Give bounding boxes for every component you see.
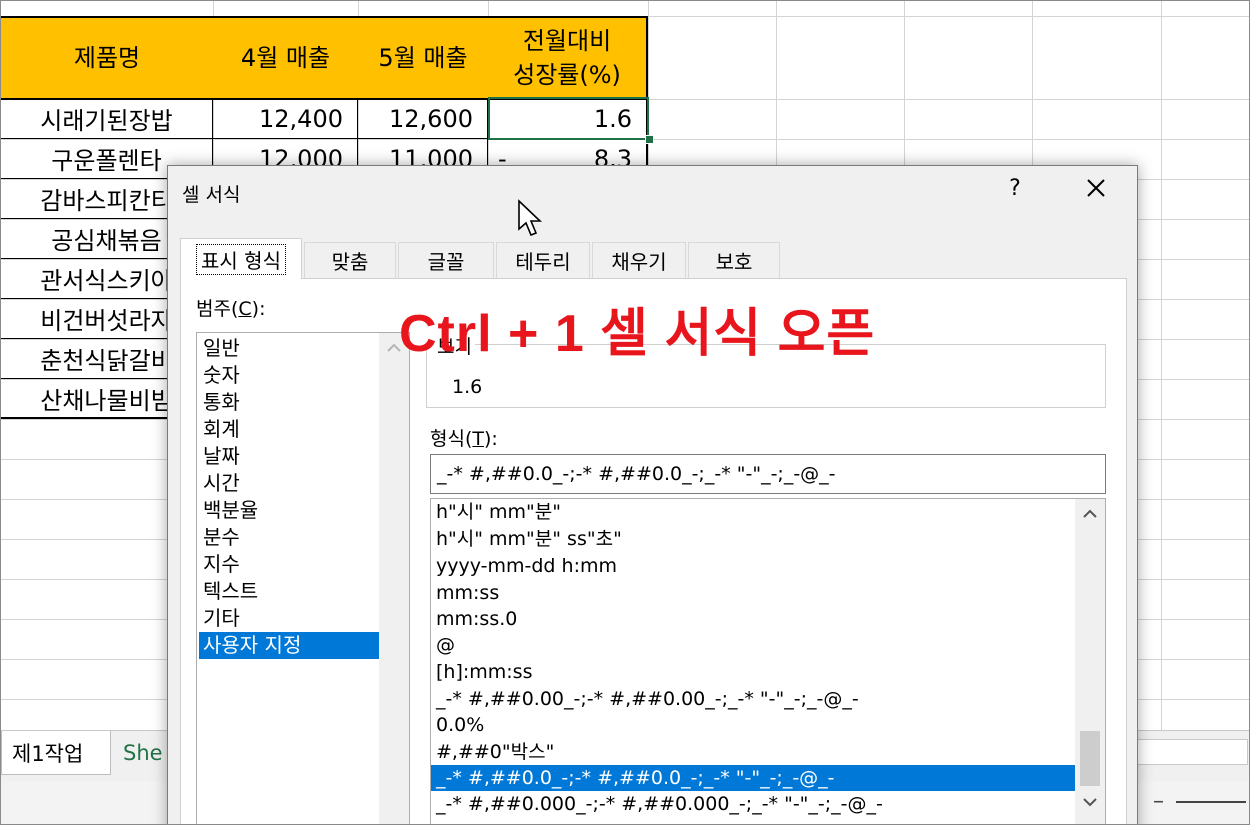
format-item[interactable]: @ [431, 632, 1076, 658]
tab-border[interactable]: 테두리 [496, 242, 590, 278]
shortcut-annotation: Ctrl + 1 셀 서식 오픈 [399, 305, 876, 363]
format-item[interactable]: mm:ss.0 [431, 606, 1076, 632]
tab-alignment[interactable]: 맞춤 [304, 242, 396, 278]
tab-number[interactable]: 표시 형식 [180, 238, 302, 279]
format-item[interactable]: _-* #,##0.000_-;-* #,##0.000_-;_-* "-"_-… [431, 791, 1076, 817]
format-item[interactable]: h"시" mm"분" [431, 499, 1076, 525]
grid-line [1161, 1, 1162, 743]
cell-product[interactable]: 시래기된장밥 [1, 99, 213, 139]
active-cell-border [488, 97, 649, 140]
sheet-tab-2[interactable]: She [113, 731, 173, 775]
header-cell-april[interactable]: 4월 매출 [213, 16, 360, 100]
category-item[interactable]: 숫자 [199, 362, 379, 389]
fill-handle[interactable] [645, 135, 654, 144]
tab-font[interactable]: 글꼴 [398, 242, 494, 278]
cell-april[interactable]: 12,400 [213, 99, 358, 139]
chevron-down-icon[interactable] [1081, 793, 1099, 811]
format-item[interactable]: _-* #,##0.00_-;-* #,##0.00_-;_-* "-"_-;_… [431, 686, 1076, 712]
category-item[interactable]: 지수 [199, 551, 379, 578]
close-button[interactable] [1080, 172, 1112, 204]
category-item[interactable]: 시간 [199, 470, 379, 497]
category-item[interactable]: 회계 [199, 416, 379, 443]
header-growth-line1: 전월대비 [522, 27, 612, 55]
header-cell-may[interactable]: 5월 매출 [358, 16, 490, 100]
sheet-tab-1[interactable]: 제1작업 [1, 731, 111, 775]
format-type-input[interactable]: _-* #,##0.0_-;-* #,##0.0_-;_-* "-"_-;_-@… [430, 454, 1106, 494]
scrollbar-thumb[interactable] [1080, 731, 1100, 786]
dialog-title: 셀 서식 [182, 184, 241, 206]
sample-value: 1.6 [452, 376, 483, 398]
excel-window: 제품명 4월 매출 5월 매출 전월대비 성장률(%) 시래기된장밥 12,40… [0, 0, 1250, 825]
category-item[interactable]: 통화 [199, 389, 379, 416]
zoom-slider[interactable] [1176, 801, 1246, 803]
tab-protection[interactable]: 보호 [688, 242, 780, 278]
format-item[interactable]: yyyy-mm-dd h:mm [431, 553, 1076, 579]
format-scrollbar[interactable] [1075, 499, 1105, 824]
format-item[interactable]: h"시" mm"분" ss"초" [431, 526, 1076, 552]
category-item-selected[interactable]: 사용자 지정 [199, 632, 379, 659]
format-type-label: 형식(T): [430, 428, 498, 450]
header-growth-line2: 성장률(%) [513, 61, 621, 89]
category-item[interactable]: 분수 [199, 524, 379, 551]
format-item[interactable]: 0.0% [431, 712, 1076, 738]
category-list[interactable]: 일반 숫자 통화 회계 날짜 시간 백분율 분수 지수 텍스트 기타 사용자 지… [196, 332, 410, 824]
category-scrollbar[interactable] [379, 333, 409, 824]
category-item[interactable]: 백분율 [199, 497, 379, 524]
help-button[interactable]: ? [1003, 176, 1027, 201]
format-list[interactable]: h"시" mm"분" h"시" mm"분" ss"초" yyyy-mm-dd h… [430, 498, 1106, 824]
format-item[interactable]: mm:ss [431, 580, 1076, 606]
format-item[interactable]: #,##0"박스" [431, 739, 1076, 765]
category-item[interactable]: 기타 [199, 605, 379, 632]
format-item[interactable]: [h]:mm:ss [431, 659, 1076, 685]
tab-number-label: 표시 형식 [196, 243, 286, 275]
close-icon [1087, 179, 1105, 197]
format-item-selected[interactable]: _-* #,##0.0_-;-* #,##0.0_-;_-* "-"_-;_-@… [431, 765, 1076, 791]
category-item[interactable]: 텍스트 [199, 578, 379, 605]
zoom-minus-icon[interactable]: – [1153, 789, 1164, 814]
header-cell-product[interactable]: 제품명 [1, 16, 215, 100]
category-item[interactable]: 날짜 [199, 443, 379, 470]
format-cells-dialog: 셀 서식 ? 표시 형식 맞춤 글꼴 테두리 채우기 보호 범주(C): 일반 … [167, 165, 1138, 824]
category-item[interactable]: 일반 [199, 335, 379, 362]
category-label: 범주(C): [196, 298, 266, 320]
chevron-up-icon[interactable] [1081, 505, 1099, 523]
cell-may[interactable]: 12,600 [358, 99, 488, 139]
header-cell-growth[interactable]: 전월대비 성장률(%) [488, 16, 648, 100]
tab-fill[interactable]: 채우기 [592, 242, 686, 278]
mouse-cursor-icon [518, 199, 542, 237]
